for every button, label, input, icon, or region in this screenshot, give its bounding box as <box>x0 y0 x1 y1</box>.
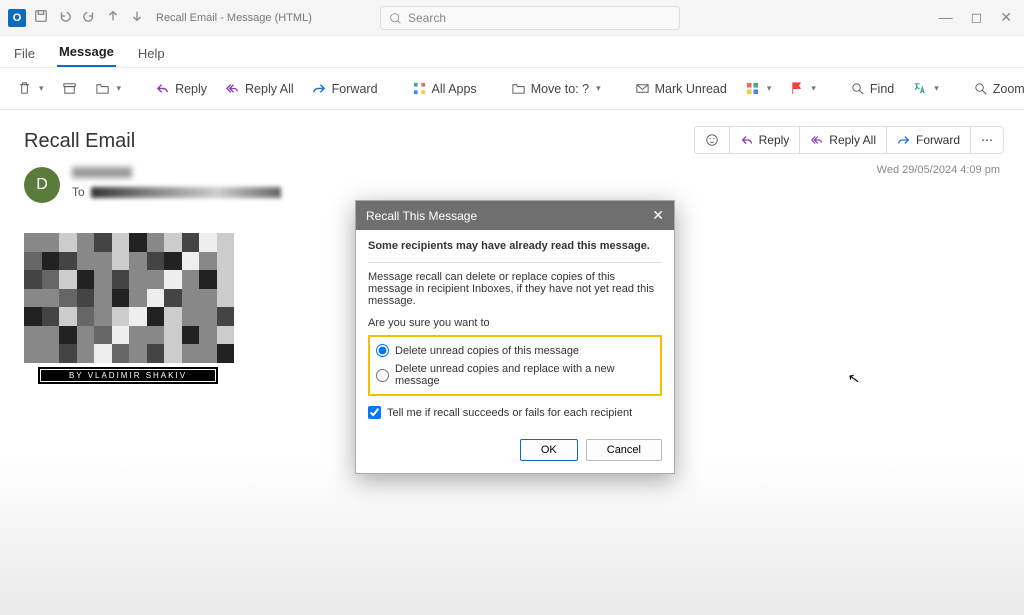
msg-more-button[interactable]: ⋯ <box>971 127 1003 153</box>
delete-button[interactable]: ▾ <box>10 77 51 100</box>
dialog-title: Recall This Message <box>366 209 477 223</box>
msg-reply-all-button[interactable]: Reply All <box>800 127 887 153</box>
ribbon: ▾ ▾ Reply Reply All Forward All Apps Mov… <box>0 68 1024 110</box>
option-delete-replace[interactable]: Delete unread copies and replace with a … <box>376 360 654 390</box>
msg-reply-button[interactable]: Reply <box>730 127 801 153</box>
dialog-warning: Some recipients may have already read th… <box>368 240 662 252</box>
find-icon <box>850 81 865 96</box>
reply-all-icon <box>810 133 824 147</box>
undo-icon[interactable] <box>58 9 72 26</box>
translate-icon <box>912 81 927 96</box>
reply-icon <box>740 133 754 147</box>
move-to-button[interactable]: Move to: ?▾ <box>504 77 608 100</box>
message-body-image: BY VLADIMIR SHAKIV <box>24 233 234 384</box>
dialog-options-highlight: Delete unread copies of this message Del… <box>368 335 662 396</box>
reply-all-button[interactable]: Reply All <box>218 77 301 100</box>
window-controls: — ◻ ✕ <box>939 9 1016 26</box>
quick-access-toolbar <box>34 9 144 26</box>
reply-button[interactable]: Reply <box>148 77 214 100</box>
tab-file[interactable]: File <box>12 40 37 67</box>
reply-all-icon <box>225 81 240 96</box>
option-delete-replace-label: Delete unread copies and replace with a … <box>395 363 654 387</box>
forward-icon <box>312 81 327 96</box>
forward-icon <box>897 133 911 147</box>
emoji-button[interactable] <box>695 127 730 153</box>
categories-icon <box>745 81 760 96</box>
maximize-icon[interactable]: ◻ <box>971 9 983 26</box>
outlook-icon: O <box>8 9 26 27</box>
tell-me-label: Tell me if recall succeeds or fails for … <box>387 407 632 419</box>
zoom-button[interactable]: Zoom <box>966 77 1024 100</box>
close-icon[interactable]: ✕ <box>1000 9 1012 26</box>
tab-help[interactable]: Help <box>136 40 167 67</box>
title-bar: O Recall Email - Message (HTML) Search —… <box>0 0 1024 36</box>
minimize-icon[interactable]: — <box>939 9 953 26</box>
archive-icon <box>62 81 77 96</box>
option-delete-unread-label: Delete unread copies of this message <box>395 345 579 357</box>
archive-button[interactable] <box>55 77 84 100</box>
message-actions-bar: Reply Reply All Forward ⋯ <box>694 126 1004 154</box>
window-title: Recall Email - Message (HTML) <box>156 12 312 24</box>
radio-delete-replace[interactable] <box>376 369 389 382</box>
search-box[interactable]: Search <box>380 6 680 30</box>
recall-dialog: Recall This Message ✕ Some recipients ma… <box>355 200 675 474</box>
dialog-footer: OK Cancel <box>356 431 674 473</box>
find-button[interactable]: Find <box>843 77 901 100</box>
pixelated-image <box>24 233 234 363</box>
background-fade <box>0 455 1024 615</box>
sender-name-redacted <box>72 167 132 178</box>
dialog-explain: Message recall can delete or replace cop… <box>368 271 662 307</box>
save-icon[interactable] <box>34 9 48 26</box>
sender-avatar: D <box>24 167 60 203</box>
sender-info: To <box>72 167 281 199</box>
translate-button[interactable]: ▾ <box>905 77 946 100</box>
reply-icon <box>155 81 170 96</box>
mark-unread-button[interactable]: Mark Unread <box>628 77 734 100</box>
zoom-icon <box>973 81 988 96</box>
dialog-body: Some recipients may have already read th… <box>356 230 674 431</box>
menu-tabs: File Message Help <box>0 36 1024 68</box>
tell-me-checkbox[interactable] <box>368 406 381 419</box>
up-icon[interactable] <box>106 9 120 26</box>
tell-me-checkbox-row[interactable]: Tell me if recall succeeds or fails for … <box>368 406 662 419</box>
all-apps-button[interactable]: All Apps <box>405 77 484 100</box>
dialog-titlebar: Recall This Message ✕ <box>356 201 674 230</box>
search-icon <box>389 12 402 25</box>
folder-move-icon <box>95 81 110 96</box>
ok-button[interactable]: OK <box>520 439 578 461</box>
message-header: D To <box>24 167 1000 203</box>
message-timestamp: Wed 29/05/2024 4:09 pm <box>877 164 1000 176</box>
apps-icon <box>412 81 427 96</box>
folder-icon <box>511 81 526 96</box>
search-placeholder: Search <box>408 11 446 25</box>
msg-forward-button[interactable]: Forward <box>887 127 971 153</box>
down-icon[interactable] <box>130 9 144 26</box>
forward-button[interactable]: Forward <box>305 77 385 100</box>
categorize-button[interactable]: ▾ <box>738 77 779 100</box>
dialog-question: Are you sure you want to <box>368 317 662 329</box>
to-label: To <box>72 185 85 199</box>
flag-icon <box>789 81 804 96</box>
envelope-icon <box>635 81 650 96</box>
option-delete-unread[interactable]: Delete unread copies of this message <box>376 341 654 360</box>
tab-message[interactable]: Message <box>57 38 116 67</box>
smiley-icon <box>705 133 719 147</box>
cancel-button[interactable]: Cancel <box>586 439 662 461</box>
recipient-redacted <box>91 187 281 198</box>
trash-icon <box>17 81 32 96</box>
image-caption: BY VLADIMIR SHAKIV <box>38 367 218 384</box>
ellipsis-icon: ⋯ <box>981 133 993 147</box>
move-dropdown-button[interactable]: ▾ <box>88 77 129 100</box>
radio-delete-unread[interactable] <box>376 344 389 357</box>
dialog-close-icon[interactable]: ✕ <box>652 207 664 224</box>
redo-icon[interactable] <box>82 9 96 26</box>
flag-button[interactable]: ▾ <box>782 77 823 100</box>
